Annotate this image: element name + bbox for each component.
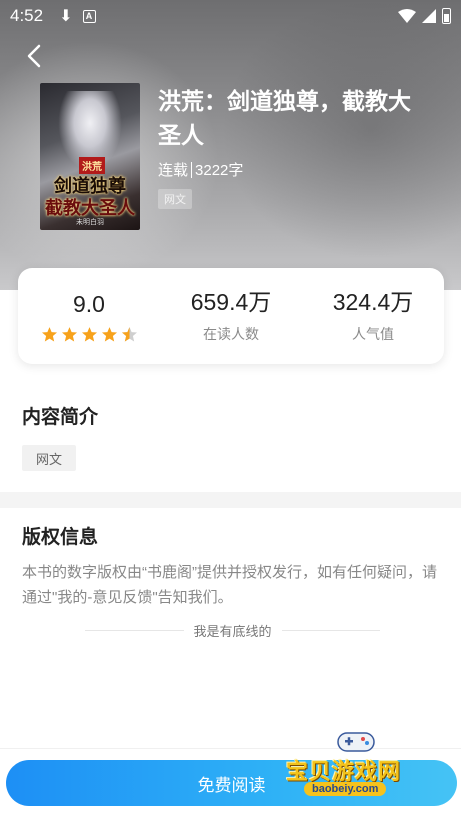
end-of-list-text: 我是有底线的 (193, 623, 272, 639)
watermark-url: baobeiy.com (304, 782, 387, 796)
intro-tag[interactable]: 网文 (22, 445, 76, 471)
status-time: 4:52 (10, 6, 44, 25)
star-icon (41, 326, 57, 341)
watermark: 宝贝游戏网 baobeiy.com (282, 727, 432, 805)
stats-card: 9.0 659.4万 在读人数 324.4万 人气值 (18, 268, 444, 364)
book-word-count: 3222字 (195, 162, 244, 179)
readers-label: 在读人数 (203, 326, 259, 342)
chevron-left-icon (27, 44, 41, 68)
star-icon (101, 326, 117, 341)
end-of-list-indicator: 我是有底线的 (85, 620, 381, 640)
battery-icon (442, 8, 451, 24)
readers-value: 659.4万 (190, 289, 272, 315)
rating-value: 9.0 (73, 290, 105, 317)
status-bar: 4:52 ⬇ A (0, 0, 461, 32)
a-icon: A (82, 9, 96, 23)
download-icon: ⬇ (59, 8, 73, 25)
section-divider (0, 492, 461, 508)
copyright-text: 本书的数字版权由“书鹿阁”提供并授权发行，如有任何疑问，请通过"我的-意见反馈"… (22, 564, 437, 606)
status-icons (398, 8, 451, 24)
book-title: 洪荒：剑道独尊，截教大圣人 (158, 88, 411, 148)
stat-rating: 9.0 (18, 290, 160, 343)
cover-author: 未明白羽 (76, 219, 104, 226)
book-cover[interactable]: 洪荒 剑道独尊 截教大圣人 未明白羽 (40, 83, 140, 230)
stat-popularity: 324.4万 人气值 (302, 288, 444, 344)
star-icon (81, 326, 97, 341)
half-star-icon (121, 326, 137, 341)
divider-left (85, 629, 184, 631)
popularity-label: 人气值 (352, 326, 394, 342)
divider-right (281, 629, 381, 631)
popularity-value: 324.4万 (332, 289, 414, 315)
rating-stars (18, 326, 160, 343)
book-status: 连载 (158, 162, 189, 179)
copyright-section-title: 版权信息 (22, 527, 99, 548)
gamepad-icon (337, 732, 375, 752)
meta-divider (191, 161, 193, 178)
back-button[interactable] (20, 42, 48, 70)
stat-readers: 659.4万 在读人数 (160, 288, 302, 344)
wifi-icon (398, 9, 416, 23)
intro-section-title: 内容简介 (22, 407, 99, 428)
category-tag[interactable]: 网文 (158, 189, 192, 209)
star-icon (61, 326, 77, 341)
book-meta: 连载 3222字 (158, 159, 243, 180)
signal-icon (422, 9, 436, 23)
